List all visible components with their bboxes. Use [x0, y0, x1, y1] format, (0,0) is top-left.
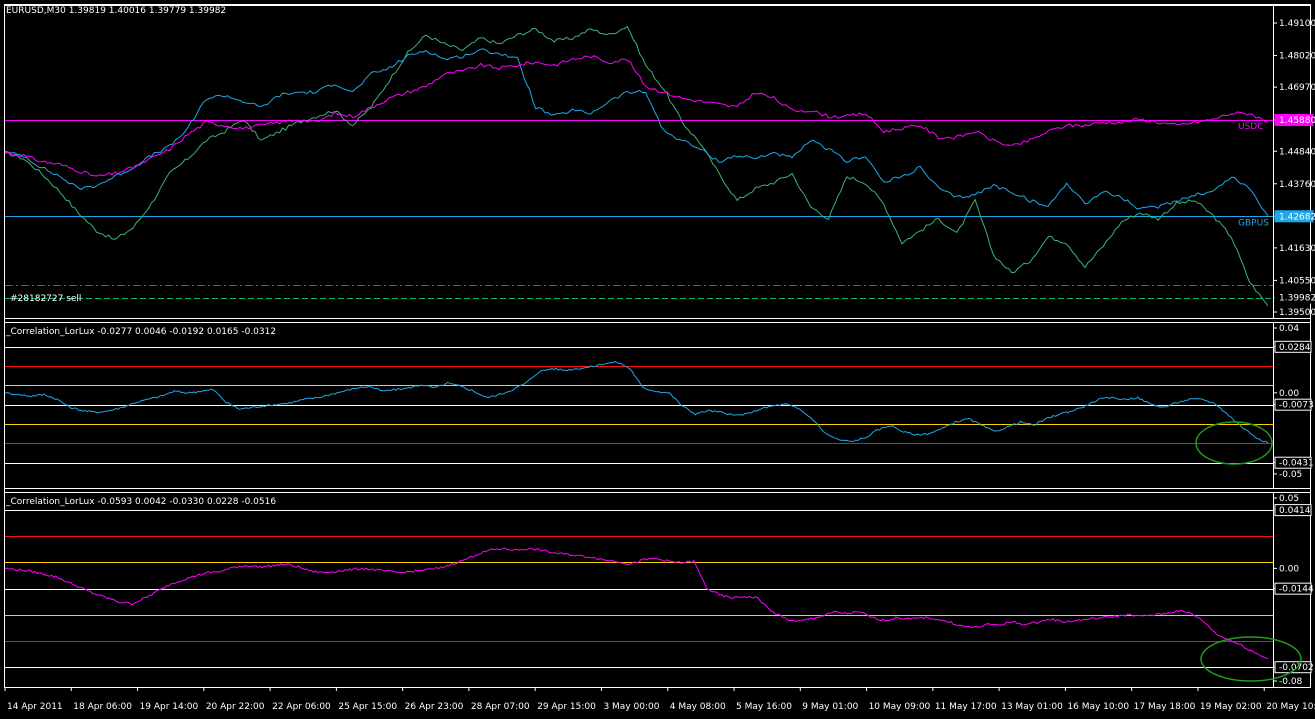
- corr1-ytick-label: -0.0073: [1279, 401, 1314, 411]
- corr2-ytick-label: 0.00: [1279, 564, 1299, 574]
- main-series-eurusd: [4, 25, 1269, 307]
- x-axis-label: 20 Apr 22:00: [206, 702, 265, 712]
- gbpusd-level-label: GBPUS: [1238, 218, 1269, 228]
- chart-window[interactable]: 1.49100 1.48020 1.46970 1.45880 1.44840 1.437…: [0, 0, 1315, 716]
- main-chart-header: EURUSD,M30 1.39819 1.40016 1.39779 1.399…: [6, 6, 227, 16]
- main-ytick-label: 1.49100: [1279, 19, 1315, 29]
- main-panel-frame: [4, 5, 1311, 319]
- x-axis-label: 5 May 16:00: [736, 702, 792, 712]
- corr1-ytick-label: -0.0431: [1279, 459, 1314, 469]
- main-series-gbpusd: [4, 48, 1269, 216]
- main-ytick-label: 1.39500: [1279, 308, 1315, 318]
- x-axis-label: 17 May 18:00: [1134, 702, 1196, 712]
- corr1-ytick-label: 0.04: [1279, 324, 1299, 334]
- chart-canvas[interactable]: 1.49100 1.48020 1.46970 1.45880 1.44840 1.437…: [0, 0, 1315, 716]
- usdchf-level-label: USDC: [1238, 122, 1264, 132]
- x-axis-label: 22 Apr 06:00: [272, 702, 331, 712]
- x-axis-label: 10 May 09:00: [869, 702, 931, 712]
- main-ytick-label: 1.40550: [1279, 276, 1315, 286]
- x-axis-label: 20 May 10:00: [1266, 702, 1315, 712]
- main-ytick-label: 1.46970: [1279, 83, 1315, 93]
- main-ytick-label: 1.44840: [1279, 147, 1315, 157]
- trade-order-label: #28182727 sell: [10, 294, 82, 304]
- x-axis-label: 19 May 02:00: [1200, 702, 1262, 712]
- correlation-1-header: _Correlation_LorLux -0.0277 0.0046 -0.01…: [6, 327, 277, 337]
- x-axis-label: 19 Apr 14:00: [140, 702, 199, 712]
- x-axis-label: 26 Apr 23:00: [405, 702, 464, 712]
- corr1-ytick-label: 0.00: [1279, 389, 1299, 399]
- corr1-series-correlation: [4, 360, 1269, 444]
- main-ytick-label: 1.43760: [1279, 180, 1315, 190]
- x-axis-label: 18 Apr 06:00: [73, 702, 132, 712]
- x-axis-label: 28 Apr 07:00: [471, 702, 530, 712]
- corr2-ytick-label: 0.05: [1279, 494, 1299, 504]
- corr1-ytick-label: -0.05: [1279, 470, 1302, 480]
- usdchf-price-tag-text: 1.45880: [1279, 116, 1315, 126]
- x-axis-label: 16 May 10:00: [1067, 702, 1129, 712]
- correlation-2-header: _Correlation_LorLux -0.0593 0.0042 -0.03…: [6, 497, 277, 507]
- x-axis-label: 25 Apr 15:00: [338, 702, 397, 712]
- corr2-ytick-label: 0.0414: [1279, 506, 1311, 516]
- x-axis-label: 13 May 01:00: [1001, 702, 1063, 712]
- main-ytick-label: 1.41630: [1279, 244, 1315, 254]
- x-axis-label: 11 May 17:00: [935, 702, 997, 712]
- main-ytick-label: 1.48020: [1279, 52, 1315, 62]
- annotation-ellipse-2: [1200, 636, 1302, 682]
- x-axis-label: 14 Apr 2011: [7, 702, 63, 712]
- corr2-ytick-label: -0.0144: [1279, 585, 1314, 595]
- x-axis-label: 9 May 01:00: [802, 702, 858, 712]
- x-axis-label: 4 May 08:00: [670, 702, 726, 712]
- gbpusd-price-tag-text: 1.42682: [1279, 212, 1315, 222]
- main-series-usdchf: [4, 55, 1269, 177]
- eurusd-price-tag-text: 1.39982: [1279, 294, 1315, 304]
- x-axis-label: 29 Apr 15:00: [537, 702, 596, 712]
- corr2-ytick-label: -0.08: [1279, 677, 1303, 687]
- corr1-ytick-label: 0.0284: [1279, 343, 1311, 353]
- x-axis-label: 3 May 00:00: [603, 702, 659, 712]
